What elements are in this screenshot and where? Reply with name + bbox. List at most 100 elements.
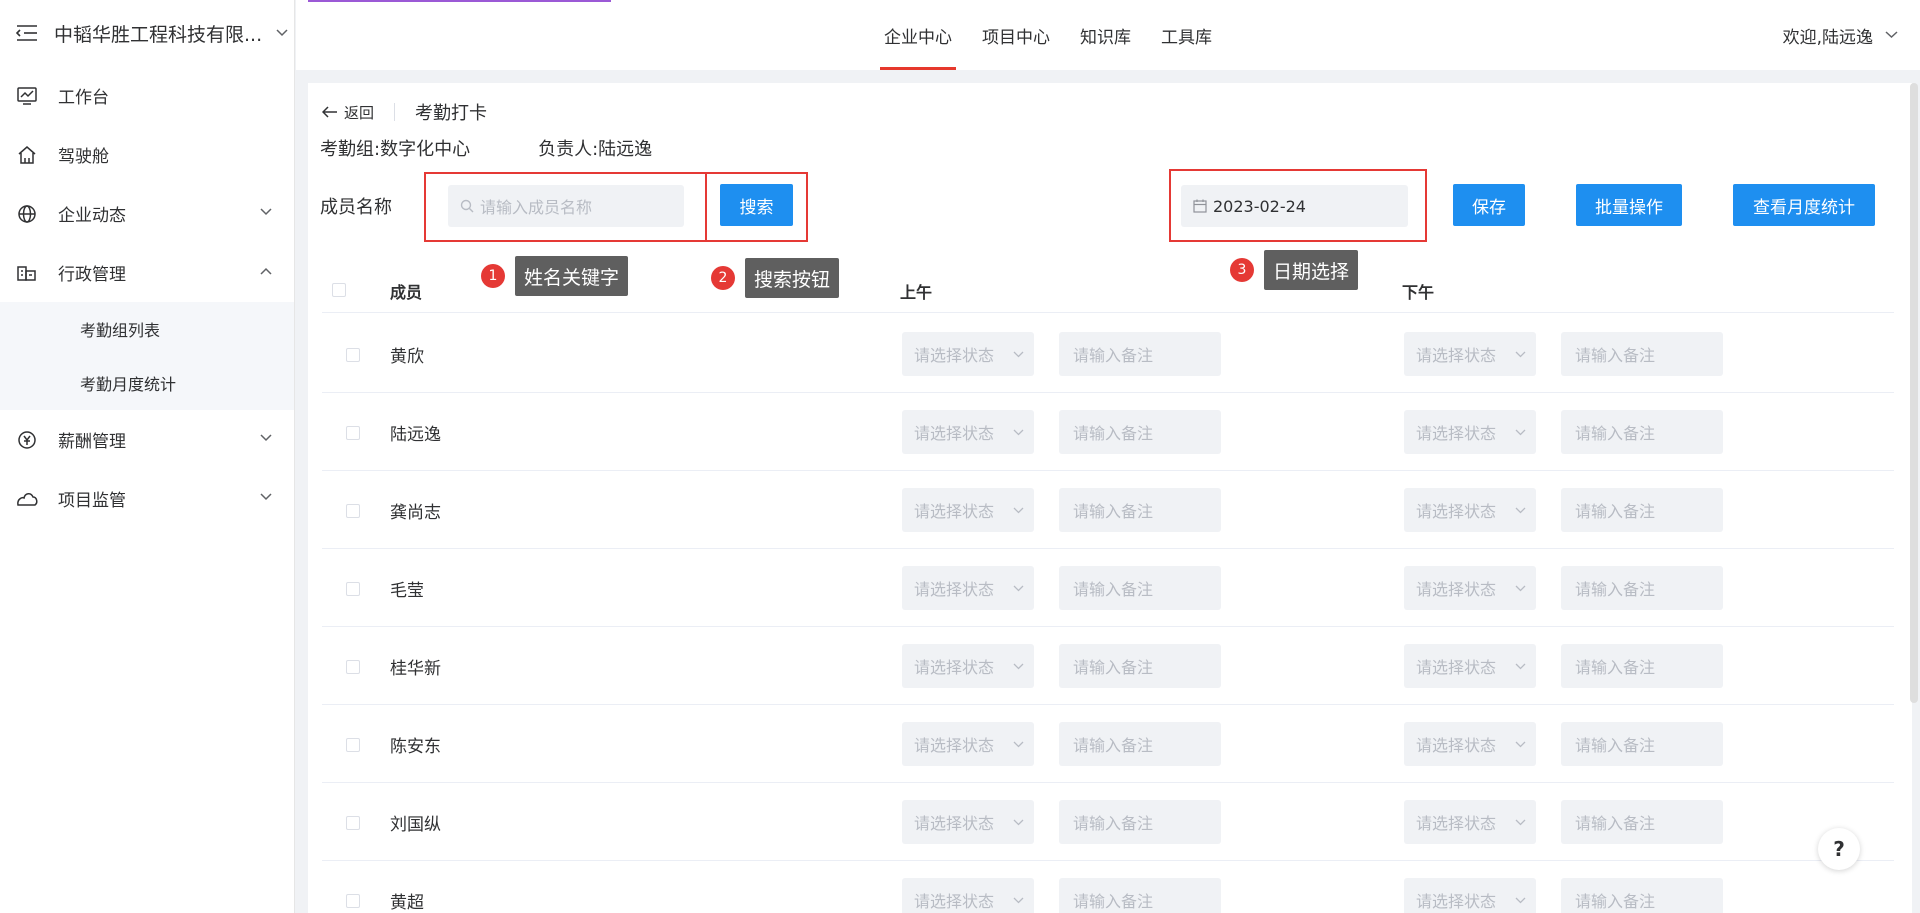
sidebar-subitem-monthly-stats[interactable]: 考勤月度统计 bbox=[0, 356, 294, 410]
sidebar-header[interactable]: 中韬华胜工程科技有限... bbox=[0, 0, 294, 66]
morning-note-input[interactable]: 请输入备注 bbox=[1059, 800, 1221, 844]
chevron-down-icon bbox=[1515, 663, 1526, 670]
group-owner: 负责人:陆远逸 bbox=[538, 139, 653, 160]
afternoon-status-select[interactable]: 请选择状态 bbox=[1404, 878, 1536, 913]
row-checkbox[interactable] bbox=[346, 816, 360, 830]
morning-status-select[interactable]: 请选择状态 bbox=[902, 644, 1034, 688]
chevron-down-icon bbox=[1013, 663, 1024, 670]
sidebar-item-project-supervision[interactable]: 项目监管 bbox=[0, 469, 294, 528]
morning-status-select[interactable]: 请选择状态 bbox=[902, 410, 1034, 454]
top-nav: 企业中心 项目中心 知识库 工具库 bbox=[880, 0, 1238, 70]
sidebar-item-workbench[interactable]: 工作台 bbox=[0, 66, 294, 125]
money-icon bbox=[16, 429, 38, 451]
scrollbar[interactable] bbox=[1910, 83, 1918, 703]
chevron-down-icon bbox=[1013, 897, 1024, 904]
status-placeholder: 请选择状态 bbox=[914, 814, 995, 833]
page-title: 考勤打卡 bbox=[415, 103, 488, 124]
date-value: 2023-02-24 bbox=[1213, 196, 1306, 216]
status-placeholder: 请选择状态 bbox=[914, 580, 995, 599]
chevron-down-icon bbox=[1013, 507, 1024, 514]
sidebar-item-cockpit[interactable]: 驾驶舱 bbox=[0, 125, 294, 184]
morning-note-input[interactable]: 请输入备注 bbox=[1059, 644, 1221, 688]
afternoon-status-select[interactable]: 请选择状态 bbox=[1404, 722, 1536, 766]
sidebar-item-admin[interactable]: 行政管理 bbox=[0, 243, 294, 302]
morning-note-input[interactable]: 请输入备注 bbox=[1059, 488, 1221, 532]
morning-note-input[interactable]: 请输入备注 bbox=[1059, 878, 1221, 913]
help-button[interactable]: ? bbox=[1818, 828, 1860, 870]
menu-fold-icon[interactable] bbox=[16, 24, 38, 42]
afternoon-status-select[interactable]: 请选择状态 bbox=[1404, 488, 1536, 532]
morning-status-select[interactable]: 请选择状态 bbox=[902, 566, 1034, 610]
select-all-checkbox[interactable] bbox=[332, 283, 346, 297]
sidebar-item-label: 企业动态 bbox=[58, 206, 126, 226]
date-picker[interactable]: 2023-02-24 bbox=[1181, 185, 1408, 227]
morning-note-input[interactable]: 请输入备注 bbox=[1059, 332, 1221, 376]
row-checkbox[interactable] bbox=[346, 426, 360, 440]
top-bar: 企业中心 项目中心 知识库 工具库 欢迎,陆远逸 bbox=[296, 0, 1920, 70]
tab-knowledge-base[interactable]: 知识库 bbox=[1076, 0, 1135, 70]
row-checkbox[interactable] bbox=[346, 738, 360, 752]
afternoon-note-input[interactable]: 请输入备注 bbox=[1561, 410, 1723, 454]
status-placeholder: 请选择状态 bbox=[1416, 658, 1497, 677]
morning-note-input[interactable]: 请输入备注 bbox=[1059, 722, 1221, 766]
sidebar-item-salary[interactable]: 薪酬管理 bbox=[0, 410, 294, 469]
chevron-down-icon bbox=[1013, 585, 1024, 592]
afternoon-note-input[interactable]: 请输入备注 bbox=[1561, 332, 1723, 376]
tab-enterprise-center[interactable]: 企业中心 bbox=[880, 0, 956, 70]
morning-status-select[interactable]: 请选择状态 bbox=[902, 878, 1034, 913]
sidebar-item-label: 行政管理 bbox=[58, 265, 126, 285]
member-name: 桂华新 bbox=[390, 659, 441, 679]
member-name: 陈安东 bbox=[390, 737, 441, 757]
afternoon-status-select[interactable]: 请选择状态 bbox=[1404, 800, 1536, 844]
chevron-down-icon bbox=[1013, 741, 1024, 748]
afternoon-status-select[interactable]: 请选择状态 bbox=[1404, 566, 1536, 610]
globe-icon bbox=[16, 203, 38, 225]
user-menu[interactable]: 欢迎,陆远逸 bbox=[1783, 0, 1898, 70]
morning-status-select[interactable]: 请选择状态 bbox=[902, 722, 1034, 766]
row-checkbox[interactable] bbox=[346, 582, 360, 596]
afternoon-note-input[interactable]: 请输入备注 bbox=[1561, 800, 1723, 844]
afternoon-note-input[interactable]: 请输入备注 bbox=[1561, 566, 1723, 610]
status-placeholder: 请选择状态 bbox=[914, 424, 995, 443]
member-name: 黄欣 bbox=[390, 347, 424, 367]
sidebar-item-news[interactable]: 企业动态 bbox=[0, 184, 294, 243]
row-checkbox[interactable] bbox=[346, 504, 360, 518]
afternoon-note-input[interactable]: 请输入备注 bbox=[1561, 488, 1723, 532]
afternoon-note-input[interactable]: 请输入备注 bbox=[1561, 878, 1723, 913]
monthly-stats-button[interactable]: 查看月度统计 bbox=[1733, 184, 1875, 226]
afternoon-note-input[interactable]: 请输入备注 bbox=[1561, 722, 1723, 766]
tab-project-center[interactable]: 项目中心 bbox=[978, 0, 1054, 70]
afternoon-status-select[interactable]: 请选择状态 bbox=[1404, 644, 1536, 688]
chevron-down-icon bbox=[1885, 31, 1898, 39]
member-name: 刘国纵 bbox=[390, 815, 441, 835]
morning-status-select[interactable]: 请选择状态 bbox=[902, 800, 1034, 844]
column-header-member: 成员 bbox=[390, 283, 423, 302]
row-checkbox[interactable] bbox=[346, 660, 360, 674]
morning-status-select[interactable]: 请选择状态 bbox=[902, 332, 1034, 376]
company-name: 中韬华胜工程科技有限... bbox=[54, 23, 263, 46]
search-icon bbox=[460, 199, 474, 213]
back-button[interactable]: 返回 bbox=[322, 102, 374, 123]
afternoon-status-select[interactable]: 请选择状态 bbox=[1404, 410, 1536, 454]
chevron-down-icon bbox=[260, 207, 272, 215]
tab-toolbox[interactable]: 工具库 bbox=[1157, 0, 1216, 70]
member-search-input[interactable]: 请输入成员名称 bbox=[448, 185, 684, 227]
status-placeholder: 请选择状态 bbox=[914, 658, 995, 677]
status-placeholder: 请选择状态 bbox=[914, 502, 995, 521]
morning-note-input[interactable]: 请输入备注 bbox=[1059, 566, 1221, 610]
chevron-down-icon bbox=[1515, 897, 1526, 904]
table-row: 黄超 请选择状态 请输入备注 请选择状态 请输入备注 bbox=[322, 861, 1894, 913]
morning-status-select[interactable]: 请选择状态 bbox=[902, 488, 1034, 532]
row-checkbox[interactable] bbox=[346, 894, 360, 908]
afternoon-status-select[interactable]: 请选择状态 bbox=[1404, 332, 1536, 376]
row-checkbox[interactable] bbox=[346, 348, 360, 362]
calendar-icon bbox=[1193, 199, 1207, 213]
search-button[interactable]: 搜索 bbox=[720, 184, 793, 226]
sidebar-item-label: 项目监管 bbox=[58, 491, 126, 511]
batch-operation-button[interactable]: 批量操作 bbox=[1576, 184, 1682, 226]
afternoon-note-input[interactable]: 请输入备注 bbox=[1561, 644, 1723, 688]
morning-note-input[interactable]: 请输入备注 bbox=[1059, 410, 1221, 454]
save-button[interactable]: 保存 bbox=[1453, 184, 1525, 226]
table-row: 陈安东 请选择状态 请输入备注 请选择状态 请输入备注 bbox=[322, 705, 1894, 783]
sidebar-subitem-attendance-groups[interactable]: 考勤组列表 bbox=[0, 302, 294, 356]
